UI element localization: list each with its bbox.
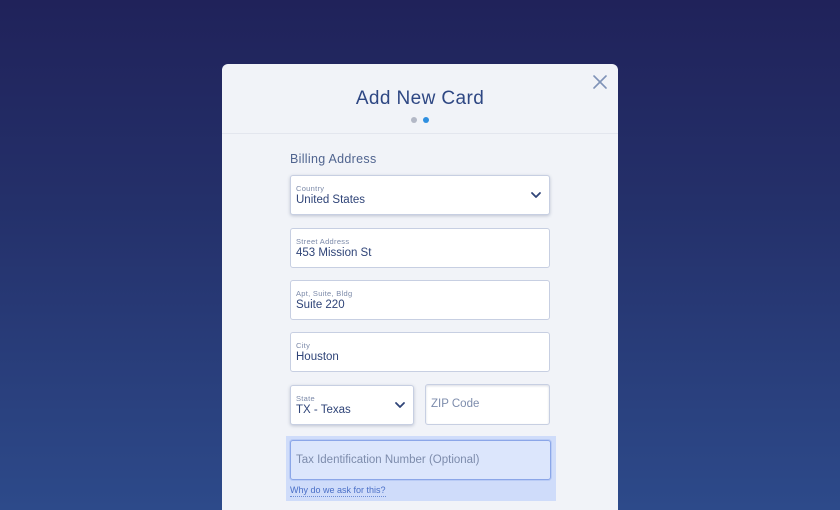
tax-id-field[interactable]: Tax Identification Number (Optional) bbox=[290, 440, 551, 480]
country-value: United States bbox=[296, 194, 366, 206]
country-select[interactable]: Country United States bbox=[290, 175, 550, 215]
zip-code-placeholder: ZIP Code bbox=[431, 398, 480, 410]
step-dot-1[interactable] bbox=[411, 117, 417, 123]
step-dot-2[interactable] bbox=[423, 117, 429, 123]
state-select[interactable]: State TX - Texas bbox=[290, 385, 414, 425]
tax-id-highlight: Tax Identification Number (Optional) Why… bbox=[286, 436, 556, 501]
country-label: Country bbox=[296, 184, 325, 193]
apt-suite-label: Apt, Suite, Bldg bbox=[296, 289, 353, 298]
modal-title: Add New Card bbox=[355, 88, 485, 109]
why-ask-link[interactable]: Why do we ask for this? bbox=[290, 485, 386, 497]
close-button[interactable] bbox=[590, 72, 610, 92]
billing-address-heading: Billing Address bbox=[290, 152, 377, 166]
city-field[interactable]: City Houston bbox=[290, 332, 550, 372]
street-address-field[interactable]: Street Address 453 Mission St bbox=[290, 228, 550, 268]
zip-code-field[interactable]: ZIP Code bbox=[425, 384, 550, 425]
state-value: TX - Texas bbox=[296, 404, 351, 416]
city-value: Houston bbox=[296, 351, 339, 363]
step-indicator bbox=[222, 117, 618, 123]
city-label: City bbox=[296, 341, 311, 350]
state-label: State bbox=[296, 394, 316, 403]
street-address-label: Street Address bbox=[296, 237, 350, 246]
street-address-value: 453 Mission St bbox=[296, 247, 372, 259]
add-card-modal: Add New Card Billing Address Country Uni… bbox=[222, 64, 618, 510]
apt-suite-value: Suite 220 bbox=[296, 299, 345, 311]
chevron-down-icon bbox=[395, 402, 405, 408]
apt-suite-field[interactable]: Apt, Suite, Bldg Suite 220 bbox=[290, 280, 550, 320]
close-icon bbox=[593, 75, 607, 89]
tax-id-placeholder: Tax Identification Number (Optional) bbox=[296, 454, 480, 466]
chevron-down-icon bbox=[531, 192, 541, 198]
modal-header: Add New Card bbox=[222, 64, 618, 134]
